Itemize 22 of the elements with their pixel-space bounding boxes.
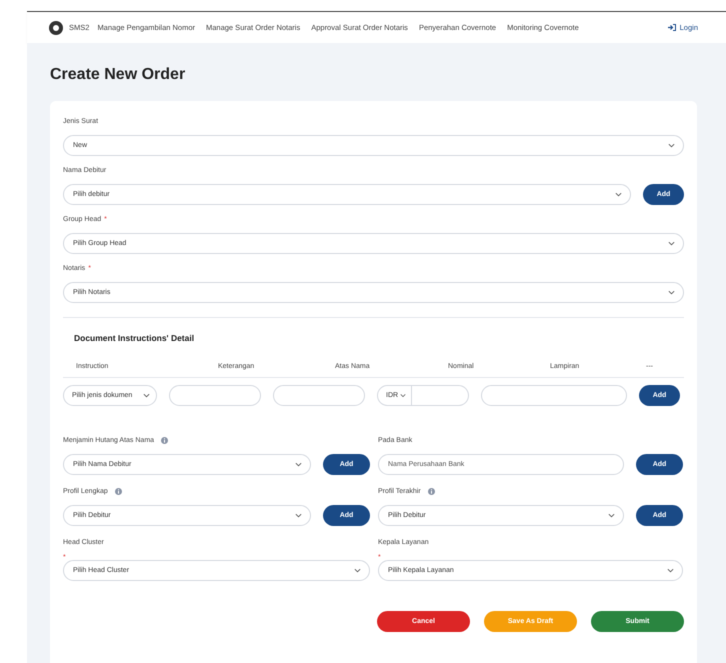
chevron-down-icon bbox=[667, 568, 674, 573]
login-icon bbox=[668, 24, 676, 31]
chevron-down-icon bbox=[354, 568, 361, 573]
info-icon[interactable] bbox=[428, 488, 435, 494]
chevron-down-icon bbox=[608, 513, 615, 518]
chevron-down-icon bbox=[295, 462, 302, 467]
chevron-down-icon bbox=[615, 192, 622, 197]
chevron-down-icon bbox=[668, 241, 675, 246]
chevron-down-icon bbox=[143, 393, 150, 398]
info-icon[interactable] bbox=[114, 488, 122, 494]
chevron-down-icon bbox=[668, 143, 675, 148]
chevron-down-icon bbox=[668, 290, 675, 295]
input-field[interactable] bbox=[169, 385, 261, 406]
input-field[interactable] bbox=[481, 385, 627, 406]
chevron-down-icon bbox=[295, 513, 302, 518]
logo-icon bbox=[49, 20, 63, 34]
chevron-down-icon bbox=[400, 393, 406, 398]
info-icon[interactable] bbox=[161, 436, 168, 444]
input-field[interactable] bbox=[273, 385, 365, 406]
page-title: Create New Order bbox=[50, 65, 186, 85]
section-title: Document Instructions' Detail bbox=[74, 333, 196, 343]
nominal-input[interactable] bbox=[412, 385, 469, 406]
